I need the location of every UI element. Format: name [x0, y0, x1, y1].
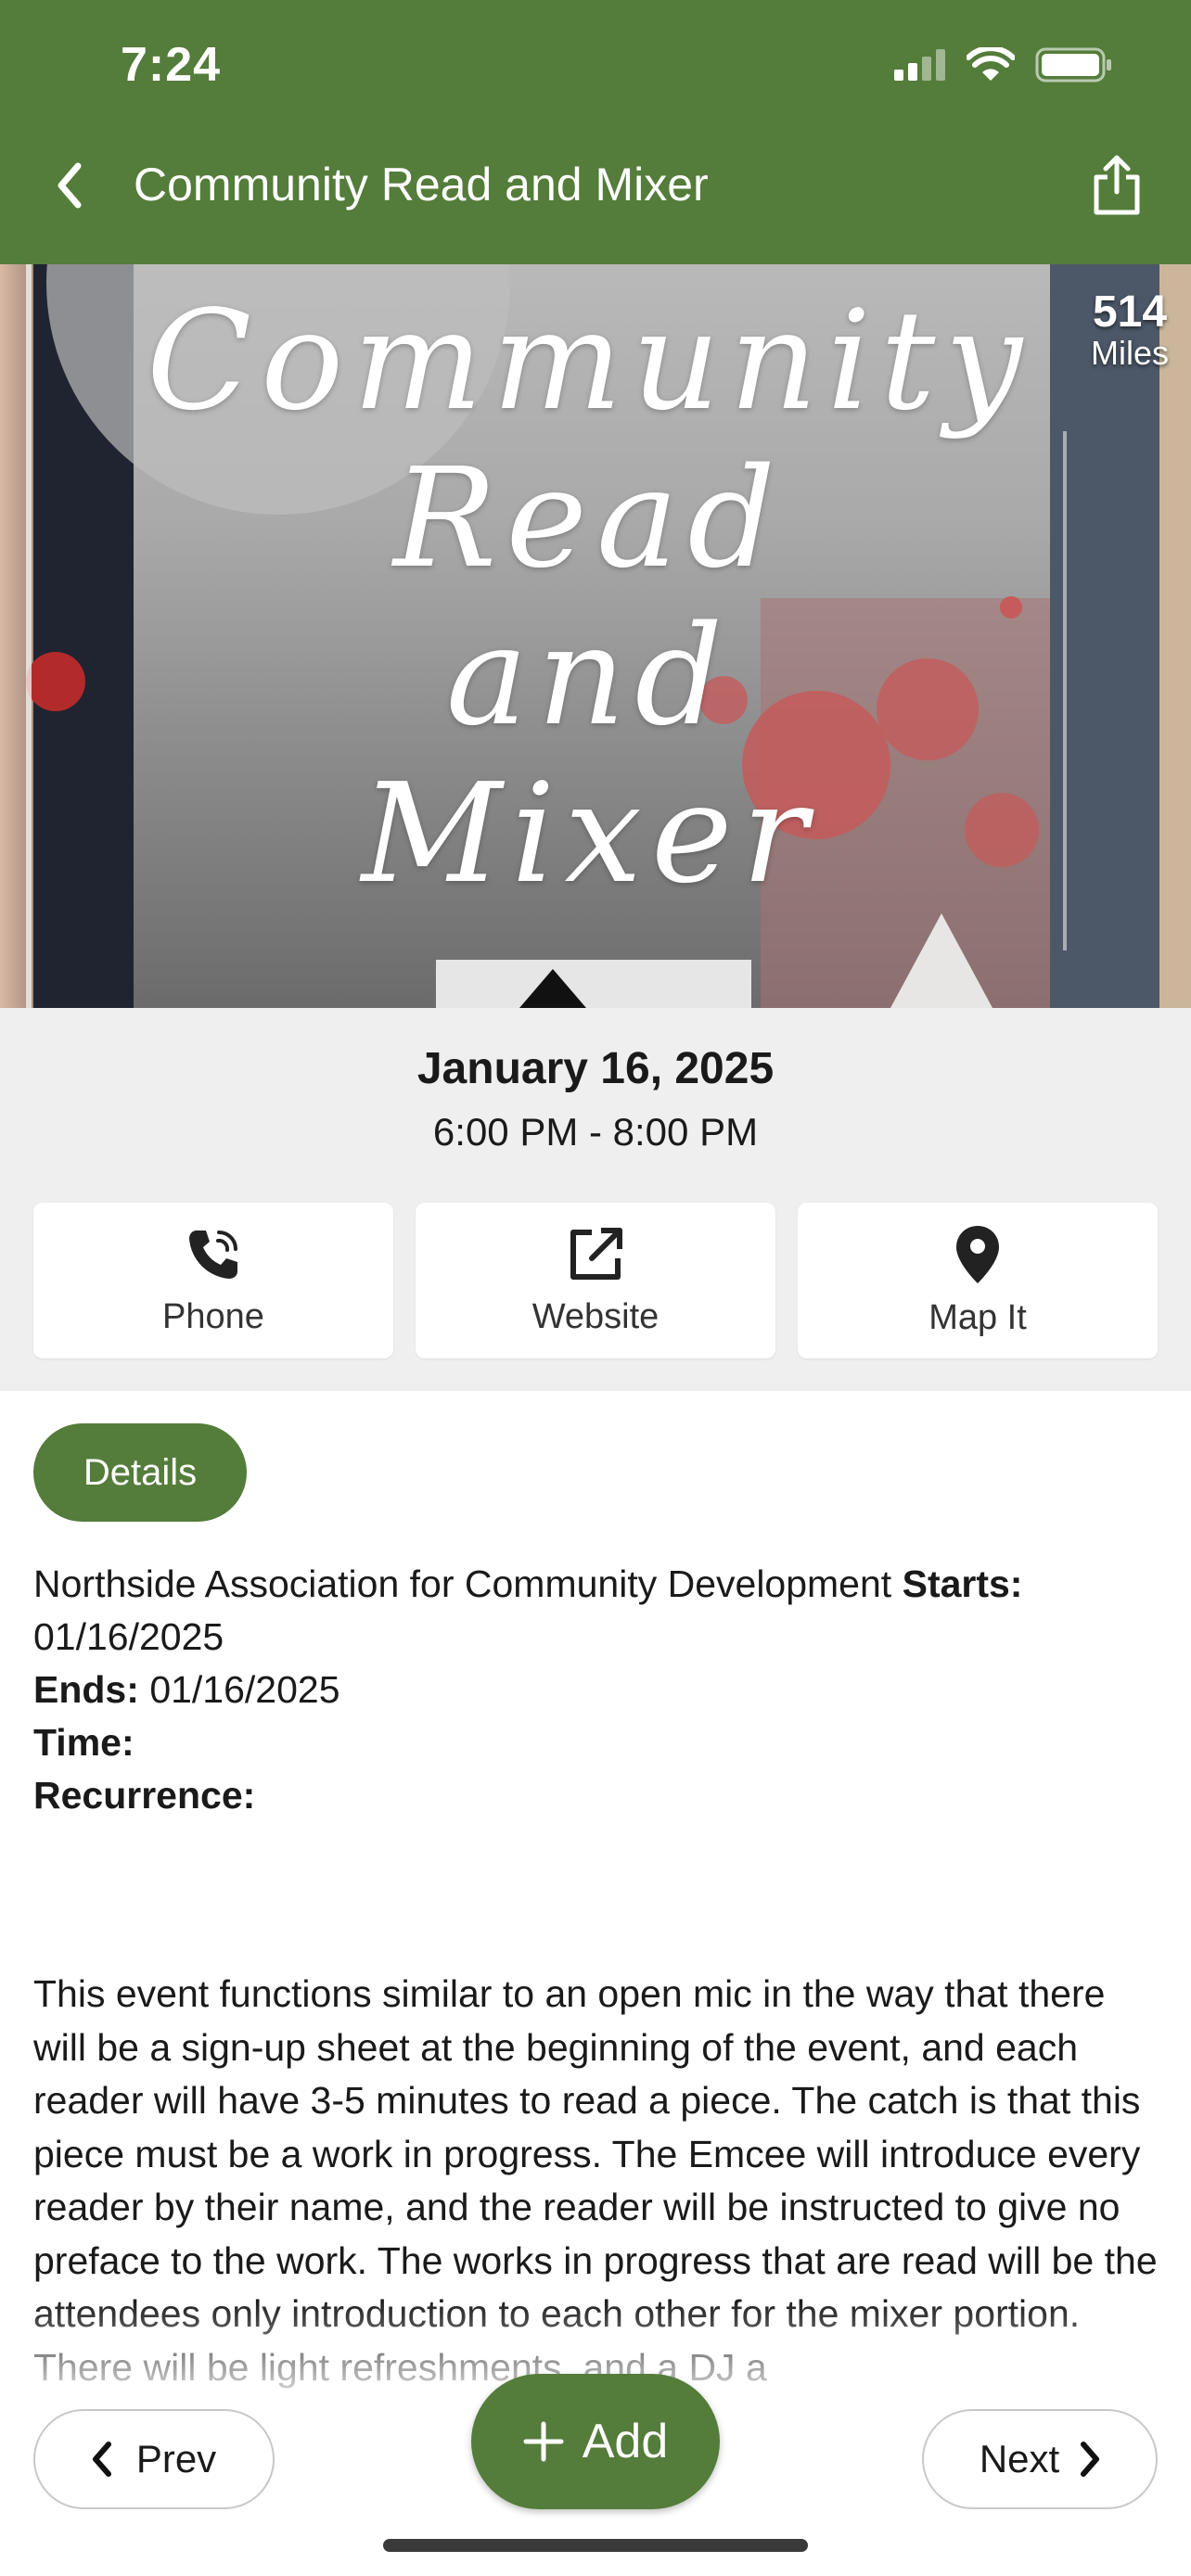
organizer-name: Northside Association for Community Deve…	[33, 1562, 892, 1605]
distance-unit: Miles	[1090, 334, 1169, 372]
prev-button[interactable]: Prev	[33, 2409, 275, 2509]
website-label: Website	[531, 1296, 660, 1336]
map-pin-icon	[956, 1225, 999, 1283]
home-indicator[interactable]	[383, 2539, 808, 2552]
prev-label: Prev	[135, 2437, 217, 2480]
ends-value: 01/16/2025	[149, 1668, 340, 1711]
poster-line-1: Community	[146, 281, 1032, 440]
share-button[interactable]	[1080, 148, 1154, 223]
phone-button[interactable]: Phone	[33, 1203, 393, 1358]
phone-icon	[189, 1230, 237, 1279]
map-it-button[interactable]: Map It	[798, 1203, 1158, 1358]
share-icon	[1094, 155, 1140, 215]
website-button[interactable]: Website	[416, 1203, 775, 1358]
add-button[interactable]: Add	[471, 2374, 720, 2509]
event-date: January 16, 2025	[416, 1044, 775, 1093]
cellular-signal-icon	[894, 49, 945, 81]
status-time: 7:24	[121, 38, 222, 92]
starts-label: Starts:	[902, 1562, 1023, 1605]
event-info-panel: January 16, 2025 6:00 PM - 8:00 PM Phone…	[0, 1008, 1191, 1391]
status-icons	[894, 46, 1113, 83]
time-label: Time:	[33, 1721, 134, 1764]
chevron-left-icon	[58, 162, 82, 209]
event-meta: Northside Association for Community Deve…	[33, 1558, 1158, 1822]
chevron-left-icon	[92, 2442, 111, 2477]
battery-icon	[1035, 47, 1111, 83]
plus-icon	[523, 2421, 564, 2462]
add-label: Add	[582, 2415, 669, 2468]
starts-value: 01/16/2025	[33, 1615, 224, 1658]
poster-line-3: and	[445, 596, 733, 756]
external-link-icon	[570, 1227, 622, 1280]
poster-line-4: Mixer	[361, 754, 817, 913]
map-it-label: Map It	[928, 1297, 1027, 1337]
event-time-range: 6:00 PM - 8:00 PM	[432, 1110, 759, 1154]
next-label: Next	[979, 2437, 1060, 2480]
back-button[interactable]	[37, 148, 102, 223]
chevron-right-icon	[1081, 2442, 1100, 2477]
recurrence-label: Recurrence:	[33, 1774, 256, 1817]
event-poster-image: Community Read and Mixer 514 Miles	[0, 264, 1191, 1008]
ends-label: Ends:	[33, 1668, 139, 1711]
phone-label: Phone	[162, 1296, 264, 1336]
distance-value: 514	[1092, 287, 1168, 337]
wifi-icon	[967, 47, 1015, 81]
page-title: Community Read and Mixer	[134, 159, 709, 210]
poster-line-2: Read	[393, 439, 785, 598]
distance-badge: 514 Miles	[1091, 290, 1169, 372]
top-bar: 7:24 Community Read and Mixer	[0, 0, 1191, 264]
next-button[interactable]: Next	[922, 2409, 1158, 2509]
tab-details[interactable]: Details	[33, 1423, 247, 1522]
